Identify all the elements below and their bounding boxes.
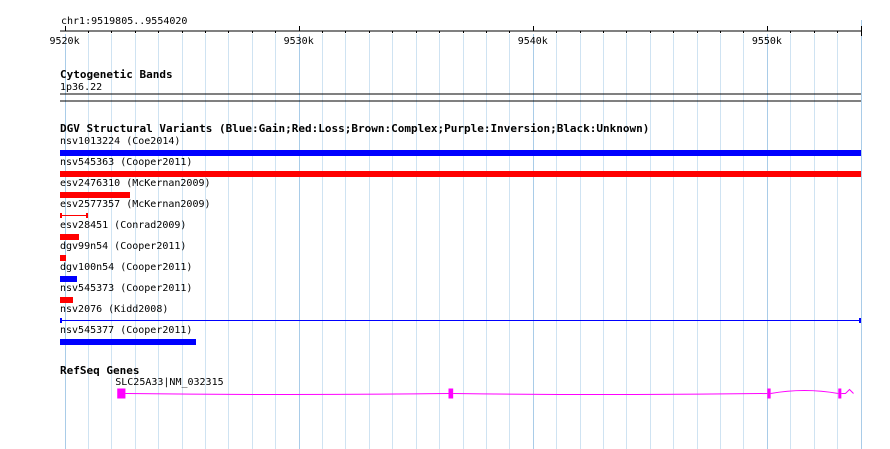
dgv-feature-bar[interactable]: [60, 297, 73, 303]
dgv-feature-bar[interactable]: [60, 192, 130, 198]
dgv-feature-label: nsv2076 (Kidd2008): [60, 304, 168, 315]
ruler-tick-label: 9520k: [50, 36, 80, 47]
refseq-track-title: RefSeq Genes: [60, 364, 139, 377]
ruler-tick-label: 9530k: [284, 36, 314, 47]
dgv-feature-end: [86, 213, 88, 218]
dgv-feature-end: [60, 213, 62, 218]
gene-exon[interactable]: [838, 388, 842, 399]
dgv-feature-label: nsv545373 (Cooper2011): [60, 283, 192, 294]
refseq-gene[interactable]: SLC25A33|NM_032315: [115, 377, 854, 399]
ruler: chr1:9519805..9554020 9520k 9530k 9540k 955…: [50, 16, 862, 47]
dgv-feature-label: dgv99n54 (Cooper2011): [60, 241, 186, 252]
dgv-feature-label: nsv545363 (Cooper2011): [60, 157, 192, 168]
gene-exon[interactable]: [117, 388, 126, 399]
gene-strand-arrow-icon: [841, 388, 854, 394]
dgv-feature[interactable]: dgv100n54 (Cooper2011): [60, 262, 192, 282]
gene-label: SLC25A33|NM_032315: [115, 377, 223, 388]
gene-exon[interactable]: [448, 388, 454, 399]
dgv-feature-bar[interactable]: [60, 171, 861, 177]
dgv-track-title: DGV Structural Variants (Blue:Gain;Red:L…: [60, 122, 649, 135]
dgv-feature-label: esv2476310 (McKernan2009): [60, 178, 211, 189]
dgv-feature-label: esv28451 (Conrad2009): [60, 220, 186, 231]
ruler-tick-label: 9550k: [752, 36, 782, 47]
dgv-feature[interactable]: nsv545363 (Cooper2011): [60, 157, 861, 177]
dgv-feature[interactable]: esv28451 (Conrad2009): [60, 220, 186, 240]
region-label: chr1:9519805..9554020: [61, 16, 187, 27]
dgv-feature-label: esv2577357 (McKernan2009): [60, 199, 211, 210]
gene-exon[interactable]: [767, 388, 771, 399]
ruler-ticks: 9520k 9530k 9540k 9550k: [50, 26, 862, 47]
dgv-feature-bar[interactable]: [60, 150, 861, 156]
dgv-feature[interactable]: nsv1013224 (Coe2014): [60, 136, 861, 156]
dgv-feature-label: nsv1013224 (Coe2014): [60, 136, 180, 147]
dgv-feature-bar[interactable]: [60, 339, 196, 345]
dgv-feature-end: [859, 318, 861, 323]
dgv-feature-bar[interactable]: [60, 255, 66, 261]
dgv-features: nsv1013224 (Coe2014) nsv545363 (Cooper201…: [60, 136, 861, 345]
dgv-feature[interactable]: nsv545377 (Cooper2011): [60, 325, 196, 345]
cytoband-label: 1p36.22: [60, 82, 102, 93]
dgv-feature[interactable]: nsv545373 (Cooper2011): [60, 283, 192, 303]
dgv-feature-label: dgv100n54 (Cooper2011): [60, 262, 192, 273]
dgv-track[interactable]: DGV Structural Variants (Blue:Gain;Red:L…: [60, 122, 861, 345]
dgv-feature-end: [60, 318, 62, 323]
gene-intron: [125, 390, 839, 395]
dgv-feature-label: nsv545377 (Cooper2011): [60, 325, 192, 336]
genome-browser-view: chr1:9519805..9554020 9520k 9530k 9540k 955…: [50, 16, 862, 449]
dgv-feature[interactable]: nsv2076 (Kidd2008): [60, 304, 861, 323]
ruler-tick-label: 9540k: [518, 36, 548, 47]
refseq-track[interactable]: RefSeq Genes SLC25A33|NM_032315: [60, 364, 854, 399]
dgv-feature-bar[interactable]: [60, 234, 79, 240]
cytoband-track[interactable]: Cytogenetic Bands 1p36.22: [60, 68, 861, 102]
cytoband-track-title: Cytogenetic Bands: [60, 68, 173, 81]
dgv-feature-bar[interactable]: [60, 276, 77, 282]
dgv-feature[interactable]: dgv99n54 (Cooper2011): [60, 241, 186, 261]
